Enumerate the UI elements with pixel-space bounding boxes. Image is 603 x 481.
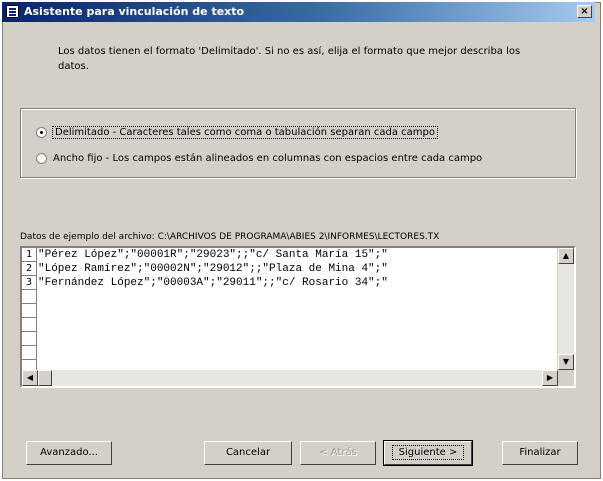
radio-delimited[interactable]: Delimitado - Caracteres tales como coma …: [36, 124, 439, 140]
horizontal-scroll-thumb[interactable]: [38, 370, 52, 386]
sample-lines: "Pérez López";"00001R";"29023";;"c/ Sant…: [38, 248, 558, 370]
format-options-group: [20, 108, 576, 178]
sample-line: "Fernández López";"00003A";"29011";;"c/ …: [38, 277, 388, 289]
finish-button[interactable]: Finalizar: [502, 441, 578, 465]
row-number-empty: [22, 304, 36, 318]
horizontal-scrollbar[interactable]: ◀ ▶: [22, 370, 558, 386]
scrollbar-corner: [558, 370, 574, 386]
scroll-down-arrow-icon[interactable]: ▼: [558, 354, 574, 370]
next-button[interactable]: Siguiente >: [383, 440, 473, 466]
advanced-button[interactable]: Avanzado...: [26, 441, 112, 465]
row-number: 1: [22, 248, 36, 262]
close-button[interactable]: ×: [577, 5, 592, 18]
back-button[interactable]: < Atrás: [300, 441, 376, 465]
row-number-empty: [22, 346, 36, 360]
scroll-up-arrow-icon[interactable]: ▲: [558, 248, 574, 264]
row-number-empty: [22, 318, 36, 332]
intro-text: Los datos tienen el formato 'Delimitado'…: [58, 46, 521, 72]
scroll-left-arrow-icon[interactable]: ◀: [22, 370, 38, 386]
sample-preview-box[interactable]: 1 2 3 "Pérez López";"00001R";"29023";;"c…: [20, 246, 576, 388]
sample-line: "López Ramírez";"00002N";"29012";;"Plaza…: [38, 263, 388, 275]
sample-data-label: Datos de ejemplo del archivo: C:\ARCHIVO…: [20, 232, 440, 242]
row-number-empty: [22, 290, 36, 304]
cancel-button[interactable]: Cancelar: [204, 441, 292, 465]
row-number: 2: [22, 262, 36, 276]
scroll-right-arrow-icon[interactable]: ▶: [542, 370, 558, 386]
next-button-label: Siguiente >: [391, 445, 465, 460]
radio-button-fixed-width[interactable]: [36, 152, 47, 164]
row-number-column: 1 2 3: [22, 248, 37, 370]
sample-line: "Pérez López";"00001R";"29023";;"c/ Sant…: [38, 249, 388, 261]
row-number: 3: [22, 276, 36, 290]
vertical-scrollbar[interactable]: ▲ ▼: [557, 248, 574, 370]
radio-fixed-width[interactable]: Ancho fijo - Los campos están alineados …: [36, 150, 482, 166]
app-icon: [6, 5, 19, 18]
radio-label-delimited[interactable]: Delimitado - Caracteres tales como coma …: [51, 125, 439, 139]
radio-label-fixed-width[interactable]: Ancho fijo - Los campos están alineados …: [53, 153, 482, 164]
radio-button-delimited[interactable]: [36, 126, 47, 138]
row-number-empty: [22, 332, 36, 346]
title-bar[interactable]: Asistente para vinculación de texto ×: [2, 2, 595, 22]
window-title: Asistente para vinculación de texto: [24, 5, 245, 18]
